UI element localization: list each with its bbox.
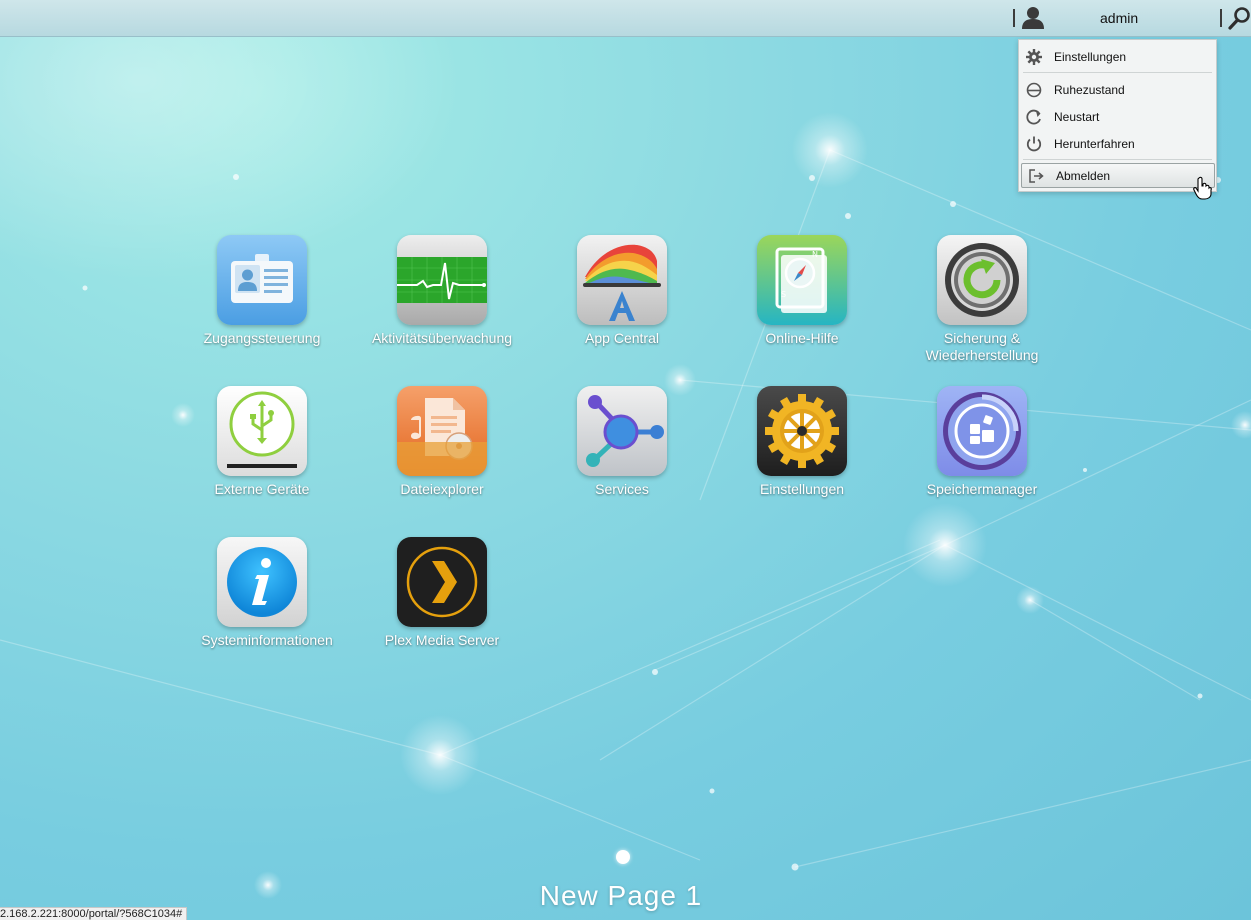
hand-cursor-icon: [1193, 176, 1212, 200]
menu-item-label: Einstellungen: [1054, 50, 1127, 64]
app-app-central[interactable]: App Central: [532, 235, 712, 365]
app-external-devices[interactable]: Externe Geräte: [172, 386, 352, 516]
menu-item-label: Neustart: [1054, 110, 1100, 124]
app-services[interactable]: Services: [532, 386, 712, 516]
user-menu: Einstellungen Ruhezustand Neustart Herun…: [1018, 39, 1217, 192]
app-storage-manager[interactable]: Speichermanager: [892, 386, 1072, 516]
svg-text:S: S: [781, 290, 786, 299]
svg-text:N: N: [812, 250, 818, 259]
toolbar-separator: [1220, 9, 1222, 27]
app-label: Dateiexplorer: [400, 481, 484, 497]
app-label: Sicherung & Wiederherstellung: [925, 330, 1039, 363]
app-access-control[interactable]: Zugangssteuerung: [172, 235, 352, 365]
services-icon: [577, 386, 667, 476]
restart-icon: [1026, 109, 1041, 125]
settings-cog-icon: [757, 386, 847, 476]
menu-item-shutdown[interactable]: Herunterfahren: [1020, 132, 1215, 156]
file-explorer-icon: [397, 386, 487, 476]
search-icon: [1228, 7, 1250, 30]
id-card-icon: [217, 235, 307, 325]
plex-icon: [397, 537, 487, 627]
menu-item-settings[interactable]: Einstellungen: [1020, 45, 1215, 69]
heartbeat-monitor-icon: [397, 235, 487, 325]
app-label: Services: [595, 481, 649, 497]
user-icon: [1022, 7, 1044, 29]
info-icon: [217, 537, 307, 627]
menu-item-restart[interactable]: Neustart: [1020, 105, 1215, 129]
menu-item-logout[interactable]: Abmelden: [1021, 163, 1215, 188]
top-bar: admin: [0, 0, 1251, 37]
app-label: App Central: [585, 330, 659, 346]
app-activity-monitor[interactable]: Aktivitätsüberwachung: [352, 235, 532, 365]
page-title: New Page 1: [539, 880, 703, 911]
app-label: Zugangssteuerung: [203, 330, 321, 346]
app-plex-media-server[interactable]: Plex Media Server: [352, 537, 532, 667]
app-settings[interactable]: Einstellungen: [712, 386, 892, 516]
menu-item-label: Ruhezustand: [1054, 83, 1125, 97]
sleep-icon: [1026, 82, 1042, 98]
compass-book-icon: N S: [757, 235, 847, 325]
menu-divider: [1023, 159, 1212, 160]
user-button[interactable]: [1019, 4, 1049, 32]
app-central-icon: [577, 235, 667, 325]
app-online-help[interactable]: N S Online-Hilfe: [712, 235, 892, 365]
usb-icon: [217, 386, 307, 476]
app-label: Systeminformationen: [201, 632, 333, 648]
gear-icon: [1026, 49, 1042, 65]
backup-restore-icon: [937, 235, 1027, 325]
menu-divider: [1023, 72, 1212, 73]
menu-item-label: Herunterfahren: [1054, 137, 1135, 151]
app-label: Einstellungen: [759, 481, 845, 497]
search-button[interactable]: [1227, 6, 1251, 32]
app-label: Speichermanager: [926, 481, 1038, 497]
app-label: Online-Hilfe: [765, 330, 839, 346]
menu-item-sleep[interactable]: Ruhezustand: [1020, 78, 1215, 102]
app-file-explorer[interactable]: Dateiexplorer: [352, 386, 532, 516]
app-label: Externe Geräte: [214, 481, 310, 497]
status-bar-url: 2.168.2.221:8000/portal/?568C1034#: [0, 907, 188, 920]
logout-icon: [1029, 169, 1044, 183]
toolbar-separator: [1013, 9, 1015, 27]
menu-item-label: Abmelden: [1056, 169, 1111, 183]
power-icon: [1026, 136, 1042, 152]
page-indicator-dot[interactable]: [616, 850, 630, 864]
storage-manager-icon: [937, 386, 1027, 476]
app-system-information[interactable]: Systeminformationen: [177, 537, 357, 667]
app-label: Aktivitätsüberwachung: [371, 330, 513, 346]
app-backup-restore[interactable]: Sicherung & Wiederherstellung: [892, 235, 1072, 365]
username-label[interactable]: admin: [1100, 10, 1138, 26]
app-label: Plex Media Server: [384, 632, 500, 648]
